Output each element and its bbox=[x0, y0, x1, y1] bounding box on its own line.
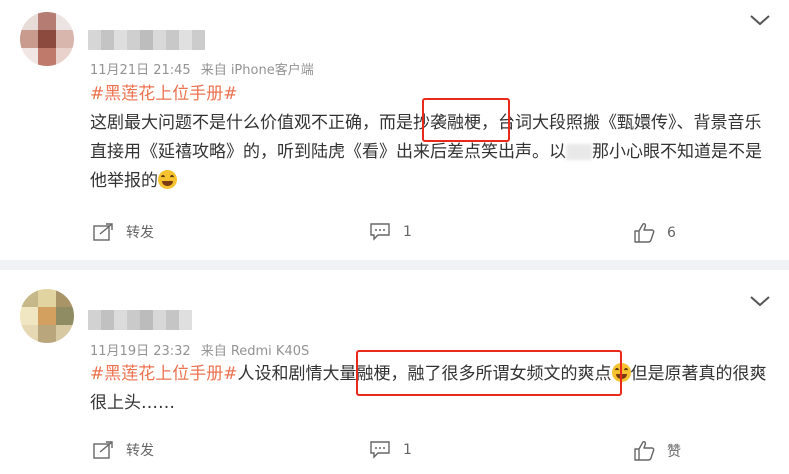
action-bar: 转发 1 6 bbox=[0, 222, 789, 246]
highlight-box bbox=[422, 98, 510, 142]
post-source: 来自 Redmi K40S bbox=[200, 344, 310, 359]
post-time: 11月19日 23:32 bbox=[90, 344, 191, 359]
comment-count: 1 bbox=[403, 223, 412, 240]
like-count: 6 bbox=[667, 224, 676, 241]
action-bar: 转发 1 赞 bbox=[0, 440, 789, 464]
repost-icon bbox=[93, 440, 113, 459]
hashtag-link[interactable]: #黑莲花上位手册# bbox=[90, 364, 238, 384]
comment-icon bbox=[370, 441, 390, 459]
repost-button[interactable]: 转发 bbox=[93, 440, 154, 460]
like-label: 赞 bbox=[667, 443, 681, 460]
comment-icon bbox=[370, 223, 390, 241]
post-separator bbox=[0, 260, 789, 270]
like-button[interactable]: 赞 bbox=[634, 440, 681, 461]
post-time: 11月21日 21:45 bbox=[90, 63, 191, 78]
blurred-name bbox=[566, 144, 592, 160]
username-blurred[interactable] bbox=[88, 310, 218, 330]
text-segment: 人设和剧情大量 bbox=[237, 364, 357, 384]
comment-button[interactable]: 1 bbox=[370, 440, 412, 459]
comment-count: 1 bbox=[403, 441, 412, 458]
post-meta: 11月21日 21:45 来自 iPhone客户端 bbox=[90, 59, 314, 78]
chevron-down-icon[interactable] bbox=[749, 13, 771, 27]
avatar[interactable] bbox=[20, 289, 74, 343]
repost-icon bbox=[93, 222, 113, 241]
chevron-down-icon[interactable] bbox=[749, 294, 771, 308]
post-source: 来自 iPhone客户端 bbox=[200, 63, 314, 78]
repost-button[interactable]: 转发 bbox=[93, 222, 154, 242]
post-meta: 11月19日 23:32 来自 Redmi K40S bbox=[90, 340, 309, 359]
like-button[interactable]: 6 bbox=[634, 222, 676, 243]
like-icon bbox=[634, 441, 655, 461]
highlight-box bbox=[356, 350, 622, 396]
repost-label: 转发 bbox=[126, 443, 154, 459]
avatar[interactable] bbox=[20, 12, 74, 66]
username-blurred[interactable] bbox=[88, 30, 218, 50]
grinning-sweat-emoji bbox=[158, 170, 177, 189]
text-segment: 这剧最大问题不是什么价值观不正确，而是 bbox=[90, 113, 413, 133]
weibo-comment-1: 11月21日 21:45 来自 iPhone客户端 #黑莲花上位手册# 这剧最大问… bbox=[0, 0, 789, 260]
hashtag-link[interactable]: #黑莲花上位手册# bbox=[90, 84, 238, 104]
weibo-comment-2: 11月19日 23:32 来自 Redmi K40S #黑莲花上位手册#人设和剧情… bbox=[0, 270, 789, 474]
like-icon bbox=[634, 223, 655, 243]
repost-label: 转发 bbox=[126, 225, 154, 241]
comment-button[interactable]: 1 bbox=[370, 222, 412, 241]
